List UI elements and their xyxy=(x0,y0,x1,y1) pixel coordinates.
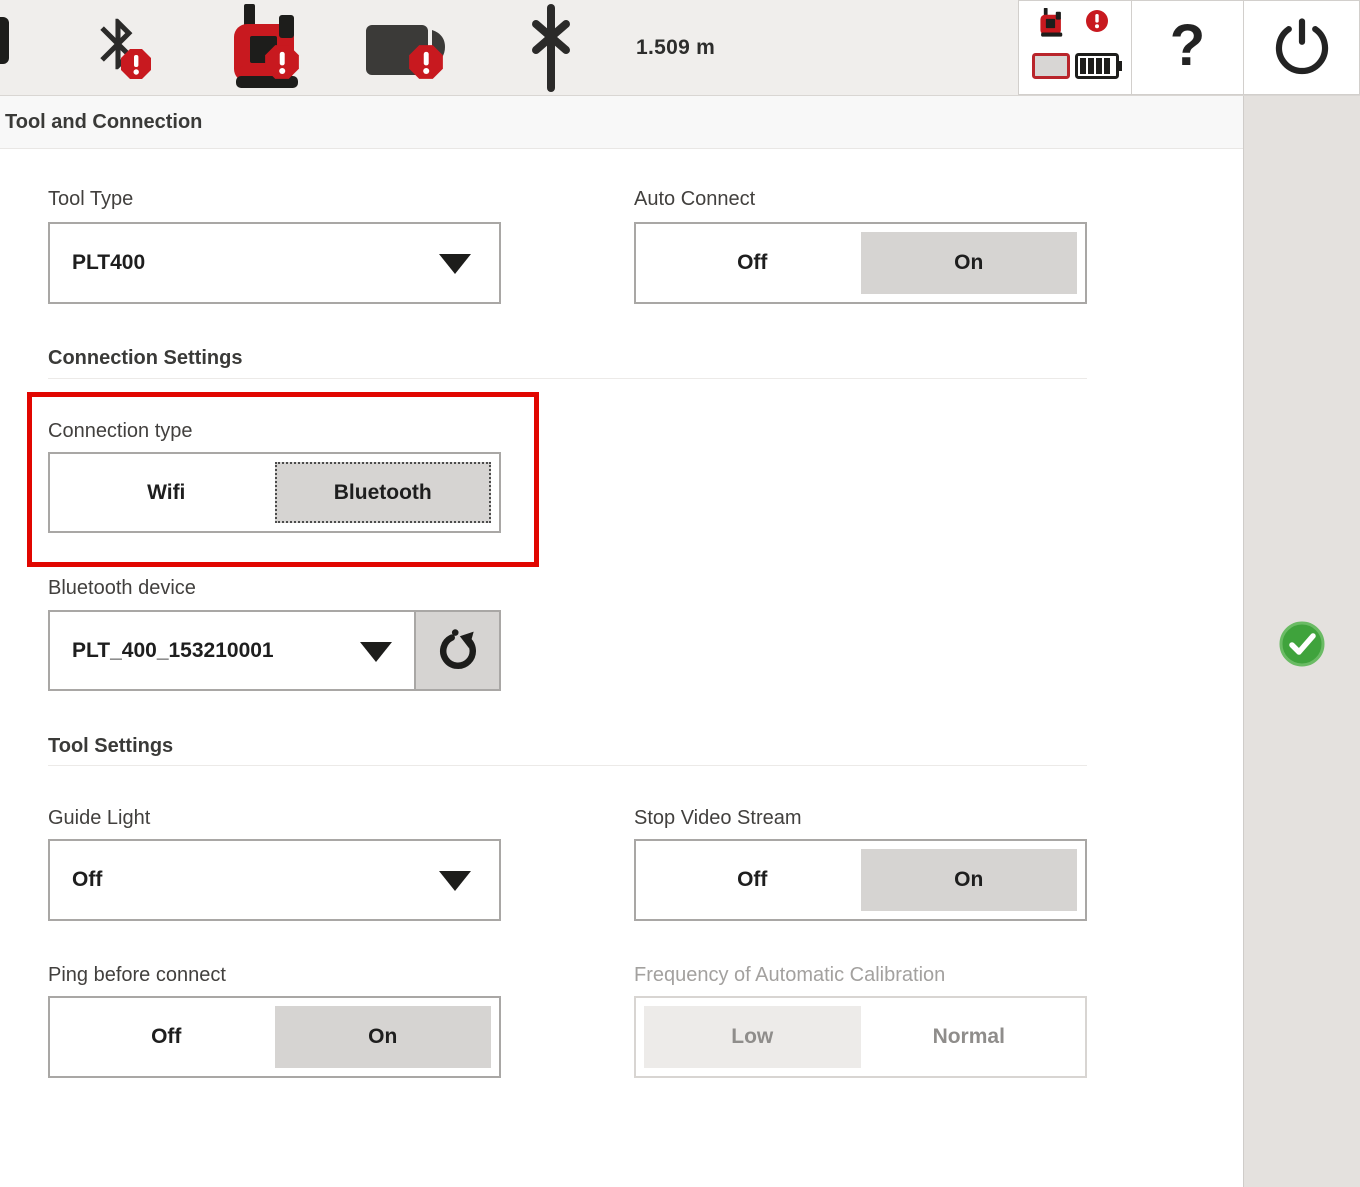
guide-light-value: Off xyxy=(72,868,102,892)
stop-video-stream-label: Stop Video Stream xyxy=(634,807,802,830)
bluetooth-device-value: PLT_400_153210001 xyxy=(72,639,274,663)
stop-video-stream-toggle: Off On xyxy=(634,839,1087,921)
partial-device-icon xyxy=(0,17,9,64)
chevron-down-icon xyxy=(439,871,471,891)
guide-light-dropdown[interactable]: Off xyxy=(48,839,501,921)
auto-connect-option-on[interactable]: On xyxy=(861,232,1078,294)
chevron-down-icon xyxy=(439,254,471,274)
help-icon: ? xyxy=(1170,17,1205,75)
stop-video-option-off[interactable]: Off xyxy=(644,849,861,911)
page-header: Tool and Connection xyxy=(0,96,1243,149)
divider xyxy=(48,765,1087,766)
frequency-calibration-label: Frequency of Automatic Calibration xyxy=(634,964,945,987)
help-button[interactable]: ? xyxy=(1131,0,1244,95)
tool-battery-full-icon xyxy=(1075,53,1123,79)
controller-battery-empty-icon xyxy=(1032,53,1070,79)
frequency-option-low: Low xyxy=(644,1006,861,1068)
top-toolbar: 1.509 m ? xyxy=(0,0,1360,96)
stop-video-option-on[interactable]: On xyxy=(861,849,1078,911)
refresh-devices-button[interactable] xyxy=(414,610,501,691)
ping-before-connect-toggle: Off On xyxy=(48,996,501,1078)
connection-type-toggle: Wifi Bluetooth xyxy=(48,452,501,533)
chevron-down-icon xyxy=(360,642,392,662)
connection-type-option-bluetooth[interactable]: Bluetooth xyxy=(275,462,492,523)
tool-type-label: Tool Type xyxy=(48,188,133,211)
connection-type-label: Connection type xyxy=(48,420,193,443)
tool-type-dropdown[interactable]: PLT400 xyxy=(48,222,501,304)
tool-status-icon xyxy=(1037,5,1065,41)
frequency-calibration-toggle: Low Normal xyxy=(634,996,1087,1078)
frequency-option-normal: Normal xyxy=(861,1006,1078,1068)
prism-pole-icon[interactable] xyxy=(526,2,576,97)
ping-before-connect-label: Ping before connect xyxy=(48,964,226,987)
settings-content: Tool Type PLT400 Auto Connect Off On Con… xyxy=(0,148,1243,1187)
error-badge-icon xyxy=(120,48,152,80)
bluetooth-error-icon[interactable] xyxy=(94,12,142,81)
page-title: Tool and Connection xyxy=(0,111,202,134)
power-button[interactable] xyxy=(1243,0,1360,95)
right-status-panel xyxy=(1243,96,1360,1187)
tool-type-value: PLT400 xyxy=(72,251,145,275)
alert-badge-icon xyxy=(1085,9,1109,33)
guide-light-label: Guide Light xyxy=(48,807,150,830)
refresh-icon xyxy=(434,627,482,675)
error-badge-icon xyxy=(264,44,300,80)
tool-settings-heading: Tool Settings xyxy=(48,735,173,758)
tool-status-panel[interactable] xyxy=(1018,0,1132,95)
connection-type-option-wifi[interactable]: Wifi xyxy=(58,462,275,523)
error-badge-icon xyxy=(408,44,444,80)
power-icon xyxy=(1271,17,1333,79)
distance-readout: 1.509 m xyxy=(636,0,715,95)
connection-success-button[interactable] xyxy=(1277,619,1327,669)
camera-error-icon[interactable] xyxy=(366,20,452,85)
ping-option-on[interactable]: On xyxy=(275,1006,492,1068)
bluetooth-device-dropdown[interactable]: PLT_400_153210001 xyxy=(48,610,416,691)
success-check-icon xyxy=(1277,619,1327,669)
auto-connect-label: Auto Connect xyxy=(634,188,755,211)
layout-tool-error-icon[interactable] xyxy=(224,4,306,97)
auto-connect-option-off[interactable]: Off xyxy=(644,232,861,294)
bluetooth-device-label: Bluetooth device xyxy=(48,577,196,600)
auto-connect-toggle: Off On xyxy=(634,222,1087,304)
ping-option-off[interactable]: Off xyxy=(58,1006,275,1068)
divider xyxy=(48,378,1087,379)
connection-settings-heading: Connection Settings xyxy=(48,347,242,370)
